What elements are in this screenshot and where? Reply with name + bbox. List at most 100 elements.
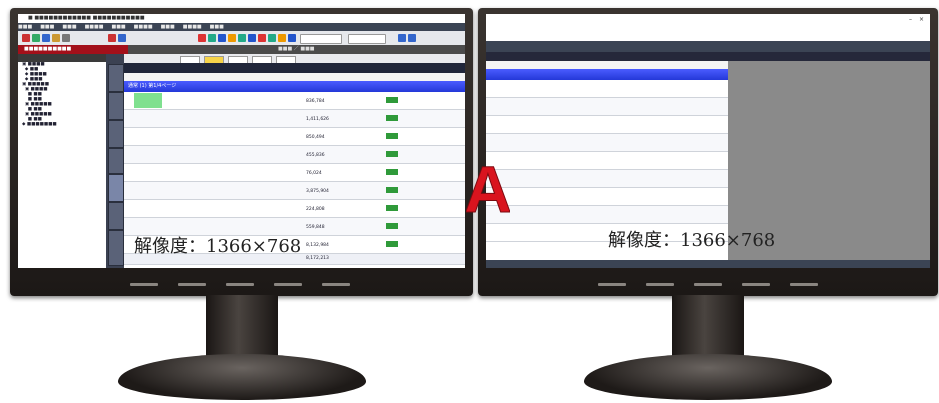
table-row[interactable]: [486, 170, 728, 188]
vertical-tab[interactable]: [108, 148, 124, 174]
vertical-tab-active[interactable]: [108, 174, 124, 202]
amount-cell: 224,808: [306, 207, 325, 212]
toolbar-icon[interactable]: [42, 34, 50, 42]
table-row[interactable]: [486, 188, 728, 206]
bezel-detail: [130, 283, 158, 286]
toolbar-icon[interactable]: [52, 34, 60, 42]
table-row[interactable]: [486, 98, 728, 116]
toolbar-icon[interactable]: [198, 34, 206, 42]
amount-cell: 3,875,904: [306, 189, 329, 194]
bezel-detail: [694, 283, 722, 286]
column-headers[interactable]: [124, 63, 465, 73]
toolbar-icon[interactable]: [268, 34, 276, 42]
status-badge: [386, 169, 398, 175]
amount-cell: 76,024: [306, 171, 322, 176]
left-monitor-stand-base: [118, 354, 366, 400]
toolbar-icon[interactable]: [238, 34, 246, 42]
table-row[interactable]: [486, 206, 728, 224]
amount-cell: 850,494: [306, 135, 325, 140]
bezel-detail: [274, 283, 302, 286]
tree-header: [18, 54, 106, 62]
toolbar-icon[interactable]: [288, 34, 296, 42]
column-headers[interactable]: [486, 52, 930, 61]
status-badge: [386, 115, 398, 121]
amount-cell: 8,132,984: [306, 243, 329, 248]
toolbar-icon[interactable]: [22, 34, 30, 42]
bezel-detail: [790, 283, 818, 286]
amount-cell: 1,411,626: [306, 117, 329, 122]
status-bar: [486, 260, 930, 268]
dropdown-select[interactable]: [348, 34, 386, 44]
table-row[interactable]: [486, 80, 728, 98]
bezel-detail: [178, 283, 206, 286]
table-row[interactable]: 224,808: [124, 200, 465, 218]
toolbar-icon[interactable]: [278, 34, 286, 42]
group-row: 通常 (1) 第1/4ページ: [124, 81, 465, 92]
left-monitor-stand-neck: [206, 295, 278, 357]
toolbar-icon[interactable]: [32, 34, 40, 42]
tree-item[interactable]: ◆ ■■■■■■■: [18, 122, 106, 127]
table-row[interactable]: [486, 116, 728, 134]
left-screen: ■ ■■■■■■■■■■■■ ■■■■■■■■■■■ ■■■ ■■■ ■■■ ■■■■…: [18, 14, 465, 268]
left-resolution-label: 解像度：1366×768: [134, 236, 302, 257]
center-a-mark: A: [466, 158, 510, 216]
toolbar-icon[interactable]: [248, 34, 256, 42]
toolbar[interactable]: [18, 31, 465, 46]
bezel-detail: [646, 283, 674, 286]
amount-cell: 836,784: [306, 99, 325, 104]
status-badge: [386, 97, 398, 103]
table-row[interactable]: 3,875,904: [124, 182, 465, 200]
table-row[interactable]: 455,836: [124, 146, 465, 164]
vertical-tab[interactable]: [108, 230, 124, 266]
module-title: ■■■■■■■■■■: [18, 45, 134, 54]
amount-cell: 455,836: [306, 153, 325, 158]
total-value: 8,172,213: [306, 256, 329, 261]
status-badge: [386, 241, 398, 247]
group-row: [486, 69, 728, 80]
right-monitor-stand-neck: [672, 295, 744, 357]
toolbar-icon[interactable]: [408, 34, 416, 42]
status-badge: [386, 151, 398, 157]
close-icon[interactable]: ×: [919, 16, 924, 23]
table-row[interactable]: 836,784: [124, 92, 465, 110]
status-badge: [386, 133, 398, 139]
status-badge: [386, 205, 398, 211]
selected-cell[interactable]: [134, 93, 162, 108]
table-row[interactable]: 1,411,626: [124, 110, 465, 128]
toolbar-icon[interactable]: [218, 34, 226, 42]
right-monitor: – ×: [478, 8, 938, 296]
vertical-tab[interactable]: [108, 64, 124, 92]
vertical-tab-strip[interactable]: [106, 54, 124, 268]
table-row[interactable]: [486, 152, 728, 170]
amount-cell: 559,848: [306, 225, 325, 230]
toolbar-icon[interactable]: [62, 34, 70, 42]
bezel-detail: [598, 283, 626, 286]
toolbar-icon[interactable]: [398, 34, 406, 42]
status-badge: [386, 187, 398, 193]
vertical-tab[interactable]: [108, 120, 124, 148]
vertical-tab[interactable]: [108, 92, 124, 120]
bezel-detail: [742, 283, 770, 286]
status-badge: [386, 223, 398, 229]
search-input[interactable]: [300, 34, 342, 44]
toolbar-icon[interactable]: [228, 34, 236, 42]
bezel-detail: [322, 283, 350, 286]
table-row[interactable]: [486, 134, 728, 152]
table-row[interactable]: 76,024: [124, 164, 465, 182]
view-tabs-bar[interactable]: ■■■ ／ ■■■: [128, 45, 465, 54]
window-titlebar: ■ ■■■■■■■■■■■■ ■■■■■■■■■■■: [18, 14, 465, 23]
window-titlebar: – ×: [486, 14, 930, 41]
toolbar-icon[interactable]: [208, 34, 216, 42]
toolbar-icon[interactable]: [258, 34, 266, 42]
right-monitor-stand-base: [584, 354, 832, 400]
header-bar: [486, 41, 930, 52]
minimize-icon[interactable]: –: [909, 16, 912, 23]
toolbar-icon[interactable]: [108, 34, 116, 42]
table-row[interactable]: 850,494: [124, 128, 465, 146]
navigation-tree[interactable]: ▣ ■■■■ ◆ ■■ ◆ ■■■■ ◆ ■■■ ▣ ■■■■■ ▣ ■■■■ …: [18, 54, 107, 268]
toolbar-icon[interactable]: [118, 34, 126, 42]
center-a-letter: A: [466, 158, 510, 216]
bezel-detail: [226, 283, 254, 286]
vertical-tab[interactable]: [108, 202, 124, 230]
menu-bar[interactable]: ■■■ ■■■ ■■■ ■■■■ ■■■ ■■■■ ■■■ ■■■■ ■■■: [18, 23, 465, 31]
